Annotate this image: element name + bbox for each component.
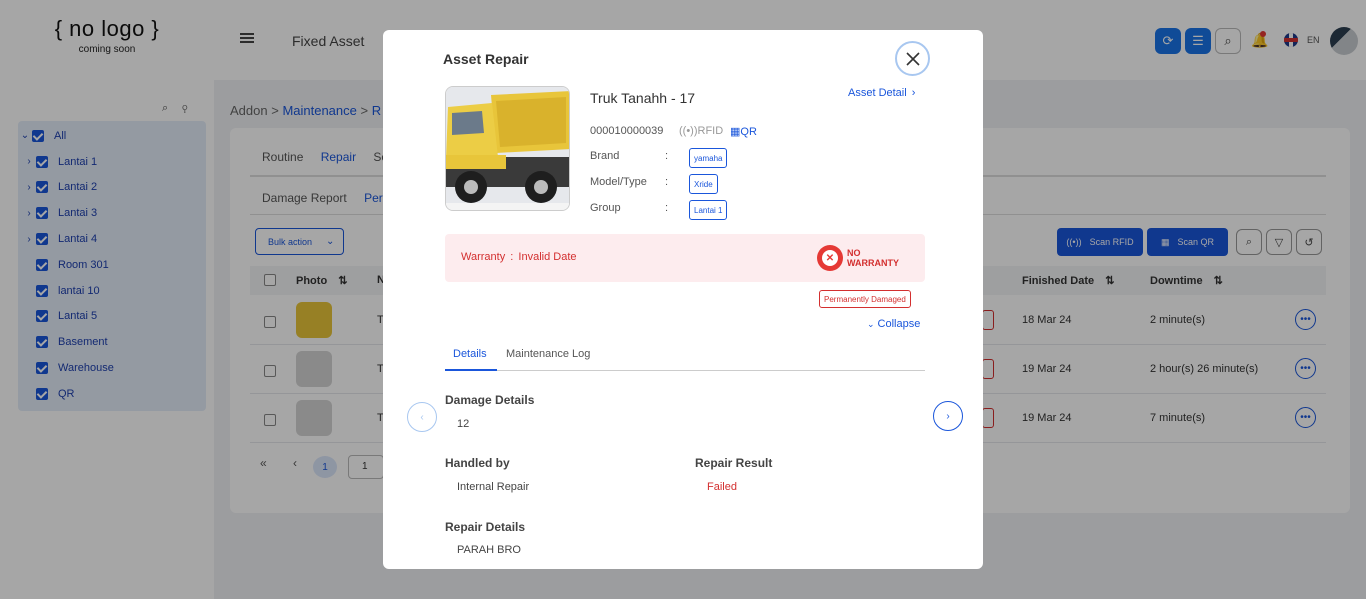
active-tab-indicator	[445, 369, 497, 371]
tab-details[interactable]: Details	[453, 348, 487, 360]
modal-title: Asset Repair	[443, 51, 529, 67]
no-warranty-icon: ✕	[817, 245, 843, 271]
collapse-button[interactable]: ⌄ Collapse	[867, 318, 920, 330]
handled-by-value: Internal Repair	[457, 481, 530, 493]
close-button[interactable]	[895, 41, 930, 76]
prop-label: Model/Type	[590, 176, 647, 188]
asset-detail-link[interactable]: Asset Detail ›	[848, 87, 915, 99]
repair-result-label: Repair Result	[695, 456, 773, 470]
prop-colon: :	[665, 176, 669, 188]
rfid-label: ((•))RFID	[679, 125, 724, 137]
repair-details-value: PARAH BRO	[457, 544, 521, 556]
prop-value-tag: yamaha	[689, 148, 728, 168]
asset-code: 000010000039	[590, 125, 664, 137]
tabs-divider	[445, 370, 925, 371]
qr-icon: ▦	[730, 126, 741, 138]
truck-image	[446, 87, 569, 210]
handled-by-label: Handled by	[445, 456, 510, 470]
warranty-box: Warranty : Invalid Date ✕ NO WARRANTY	[445, 234, 925, 282]
status-badge: Permanently Damaged	[819, 290, 911, 308]
close-icon	[905, 51, 920, 66]
prop-label: Brand	[590, 150, 620, 162]
no-warranty-text: WARRANTY	[847, 258, 899, 268]
damage-details-label: Damage Details	[445, 393, 535, 407]
warranty-text: Warranty : Invalid Date	[461, 251, 577, 263]
chevron-right-icon: ›	[946, 410, 950, 422]
no-warranty-text: NO	[847, 248, 861, 258]
chevron-right-icon: ›	[911, 87, 916, 99]
repair-details-label: Repair Details	[445, 520, 526, 534]
prop-colon: :	[665, 150, 669, 162]
rfid-icon: ((•))	[679, 125, 698, 137]
repair-result-value: Failed	[707, 481, 737, 493]
prop-value-tag: Lantai 1	[689, 200, 728, 220]
asset-photo	[445, 86, 570, 211]
asset-name: Truk Tanahh - 17	[590, 90, 696, 106]
prop-label: Group	[590, 202, 621, 214]
tab-maintenance-log[interactable]: Maintenance Log	[506, 348, 590, 360]
next-record-button[interactable]: ›	[933, 401, 963, 431]
asset-repair-modal: Asset Repair Truk Tanahh - 17 Asset Deta…	[383, 30, 983, 569]
prop-colon: :	[665, 202, 669, 214]
prev-record-button[interactable]: ‹	[407, 402, 437, 432]
no-warranty-seal: ✕ NO WARRANTY	[817, 245, 899, 271]
damage-details-value: 12	[457, 418, 470, 430]
chevron-left-icon: ‹	[420, 411, 424, 423]
prop-value-tag: Xride	[689, 174, 718, 194]
chevron-down-icon: ⌄	[867, 319, 875, 329]
qr-link[interactable]: ▦QR	[730, 125, 757, 138]
